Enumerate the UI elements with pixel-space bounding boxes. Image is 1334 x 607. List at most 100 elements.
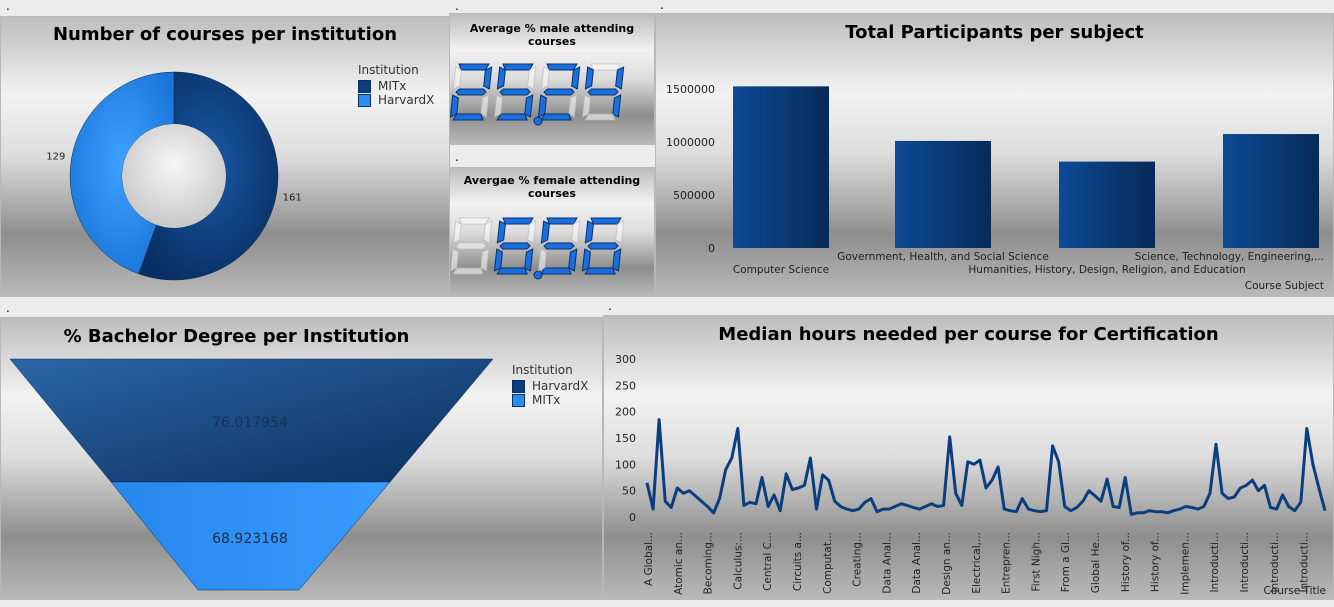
x-tick-label: Humanities, History, Design, Religion, a… (968, 264, 1245, 276)
lcd-segment (458, 63, 490, 71)
line-chart: 0 50 100 150 200 250 300 A Global... Atomic an..… (615, 353, 1327, 597)
bar (1059, 161, 1155, 248)
x-tick-label: Circuits a... (792, 532, 804, 591)
lcd-segment (584, 220, 594, 244)
x-tick-label: Implemen... (1179, 532, 1191, 595)
lcd-segment (612, 94, 622, 118)
x-tick-label: Government, Health, and Social Science (837, 251, 1049, 263)
bar-chart: 0 500000 1000000 1500000 Computer Science Gov… (666, 83, 1324, 292)
bar (1223, 134, 1319, 248)
lcd-segment (480, 94, 490, 118)
lcd-decimal-point (533, 270, 543, 280)
x-tick-label: Atomic an... (673, 532, 685, 595)
kpi-female-digit (581, 217, 625, 275)
funnel-data-label: 68.923168 (212, 531, 288, 547)
y-tick-label: 1000000 (666, 136, 715, 149)
kpi-male-display (450, 63, 625, 126)
y-tick-label: 0 (629, 511, 636, 524)
funnel-legend-title: Institution (512, 363, 573, 377)
lcd-segment (524, 94, 534, 118)
lcd-segment (480, 248, 490, 272)
lcd-segment (612, 248, 622, 272)
donut-data-label: 129 (46, 151, 65, 162)
legend-swatch (512, 379, 525, 393)
x-tick-label: First Nigh... (1030, 532, 1042, 592)
legend-label: MITx (378, 79, 407, 93)
kpi-male-digit (493, 63, 537, 121)
x-tick-label: From a Gl... (1060, 532, 1072, 592)
x-tick-label: Becoming... (703, 532, 715, 594)
x-tick-label: Entrepren... (1001, 532, 1013, 594)
y-tick-label: 50 (622, 485, 636, 498)
x-tick-label: Data Anal... (881, 532, 893, 594)
lcd-segment (496, 220, 506, 244)
donut-data-label: 161 (283, 193, 302, 204)
x-tick-label: Science, Technology, Engineering,... (1135, 251, 1324, 263)
panel-dot: . (455, 150, 459, 164)
lcd-segment (524, 248, 534, 272)
funnel-chart-panel: % Bachelor Degree per Institution 76.017… (0, 317, 603, 600)
bar (733, 86, 829, 248)
funnel-legend: Institution HarvardX MITx (512, 363, 588, 407)
lcd-segment (496, 267, 528, 275)
legend-item-mitx[interactable]: MITx (512, 393, 588, 407)
lcd-segment (496, 113, 528, 121)
x-axis-title: Course Subject (1245, 280, 1324, 292)
bar-chart-panel: Total Participants per subject 0 500000 10… (655, 13, 1334, 297)
y-tick-label: 150 (615, 432, 636, 445)
kpi-male-digit (450, 63, 493, 121)
lcd-segment (540, 113, 572, 121)
kpi-female-panel: Avergae % female attending courses (449, 167, 655, 297)
lcd-segment (584, 267, 616, 275)
legend-item-harvardx[interactable]: HarvardX (358, 93, 434, 107)
funnel-data-label: 76.017954 (212, 415, 288, 431)
lcd-segment (546, 63, 578, 71)
legend-label: HarvardX (532, 379, 589, 393)
lcd-segment (590, 63, 622, 71)
y-tick-label: 300 (615, 353, 636, 366)
y-tick-label: 200 (615, 406, 636, 419)
line-chart-panel: Median hours needed per course for Certi… (603, 315, 1334, 600)
x-tick-label: Introducti... (1299, 532, 1311, 593)
legend-item-harvardx[interactable]: HarvardX (512, 379, 588, 393)
donut-hole (122, 124, 226, 228)
lcd-segment (452, 220, 462, 244)
lcd-segment (452, 267, 484, 275)
lcd-segment (543, 88, 575, 96)
lcd-segment (587, 88, 619, 96)
lcd-segment (590, 217, 622, 225)
x-tick-label: Data Anal... (911, 532, 923, 594)
legend-label: MITx (532, 393, 561, 407)
kpi-male-digit (581, 63, 625, 121)
x-tick-label: Calculus:... (732, 532, 744, 590)
x-tick-label: History of... (1150, 532, 1162, 592)
funnel-chart: 76.017954 68.923168 (9, 358, 494, 591)
x-tick-label: Introducti... (1239, 532, 1251, 593)
lcd-segment (496, 66, 506, 90)
kpi-female-digit (450, 217, 493, 275)
lcd-segment (502, 217, 534, 225)
lcd-segment (455, 242, 487, 250)
lcd-segment (543, 242, 575, 250)
lcd-segment (568, 248, 578, 272)
lcd-segment (458, 217, 490, 225)
x-tick-label: History of... (1120, 532, 1132, 592)
lcd-segment (499, 88, 531, 96)
lcd-segment (587, 242, 619, 250)
lcd-segment (584, 113, 616, 121)
legend-item-mitx[interactable]: MITx (358, 79, 434, 93)
x-tick-label: Central C... (762, 532, 774, 591)
legend-label: HarvardX (378, 93, 435, 107)
x-tick-label: Introducti... (1269, 532, 1281, 593)
panel-dot: . (6, 0, 10, 13)
lcd-segment (546, 217, 578, 225)
kpi-male-digit (537, 63, 581, 121)
lcd-segment (568, 94, 578, 118)
y-tick-label: 500000 (673, 189, 715, 202)
donut-chart-panel: Number of courses per institution 161 129… (0, 16, 450, 297)
legend-swatch (358, 79, 371, 93)
lcd-segment (499, 242, 531, 250)
panel-dot: . (455, 0, 459, 13)
y-tick-label: 250 (615, 379, 636, 392)
x-tick-label: Creating... (852, 532, 864, 587)
